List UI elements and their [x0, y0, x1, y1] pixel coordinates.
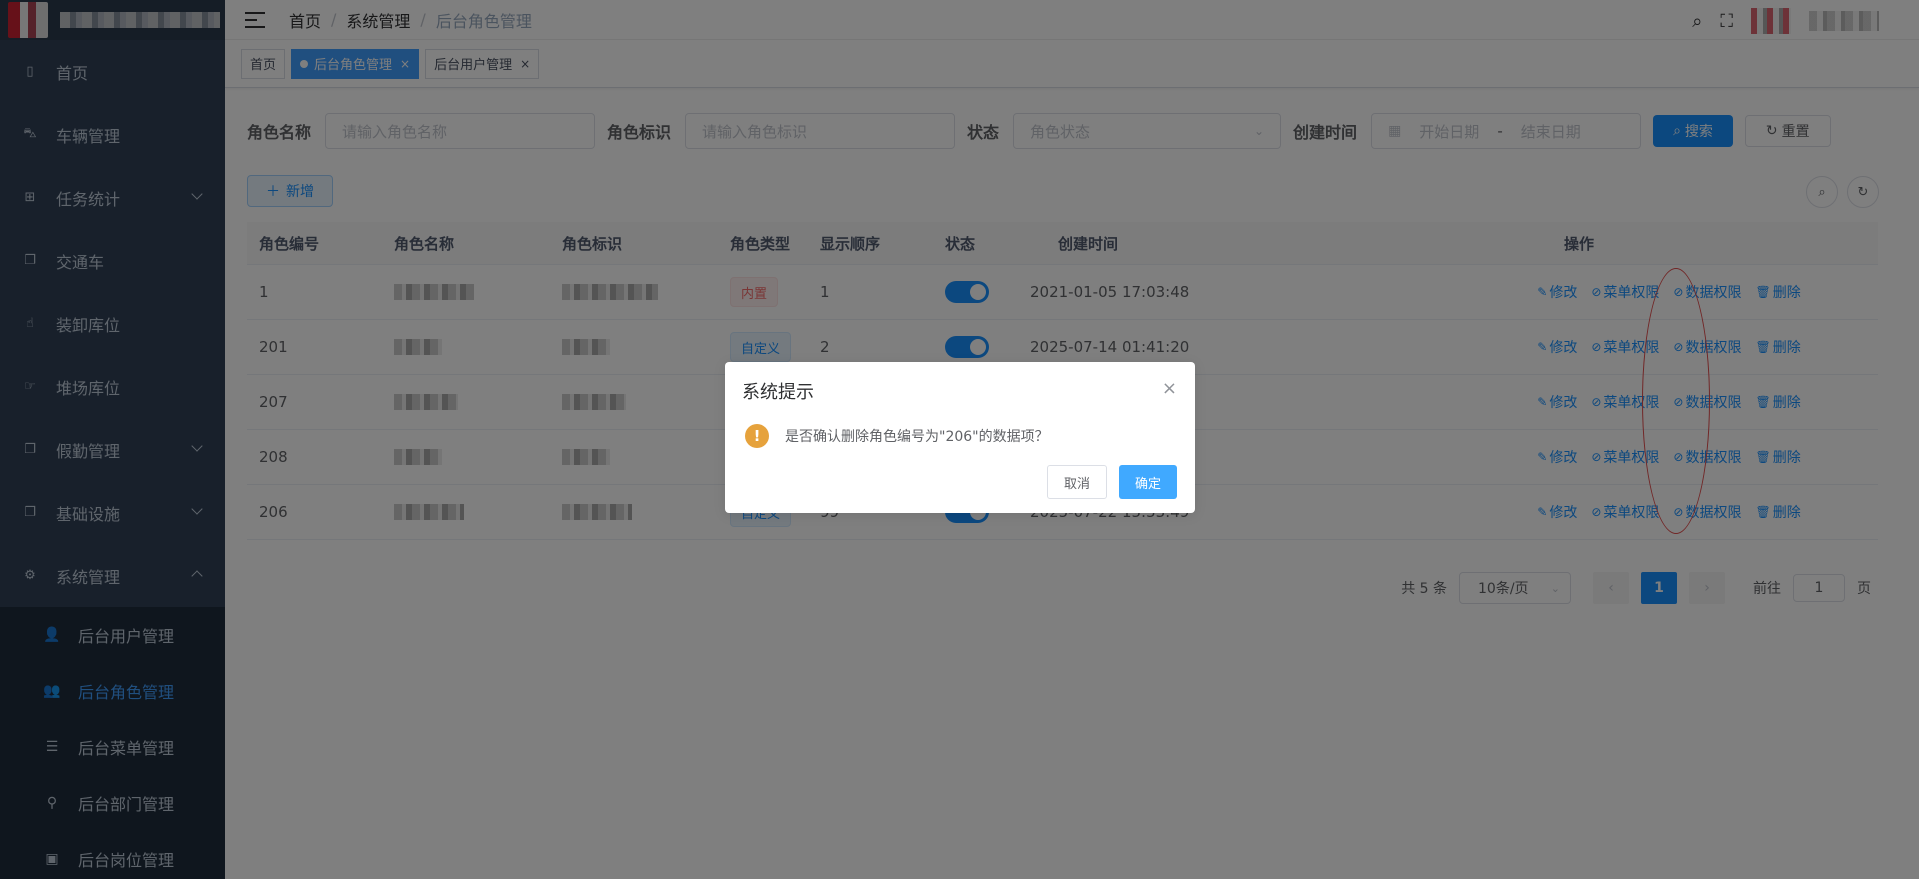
dialog-message: 是否确认删除角色编号为"206"的数据项？: [785, 429, 1049, 445]
warning-icon: !: [745, 424, 769, 448]
dialog-body: ! 是否确认删除角色编号为"206"的数据项？: [745, 424, 1049, 448]
confirm-button[interactable]: 确定: [1118, 465, 1177, 499]
close-icon[interactable]: ×: [1162, 378, 1177, 399]
confirm-dialog: 系统提示 × ! 是否确认删除角色编号为"206"的数据项？ 取消 确定: [725, 362, 1195, 513]
dialog-footer: 取消 确定: [1046, 465, 1177, 499]
dialog-title: 系统提示: [742, 382, 814, 403]
cancel-button[interactable]: 取消: [1046, 465, 1107, 499]
